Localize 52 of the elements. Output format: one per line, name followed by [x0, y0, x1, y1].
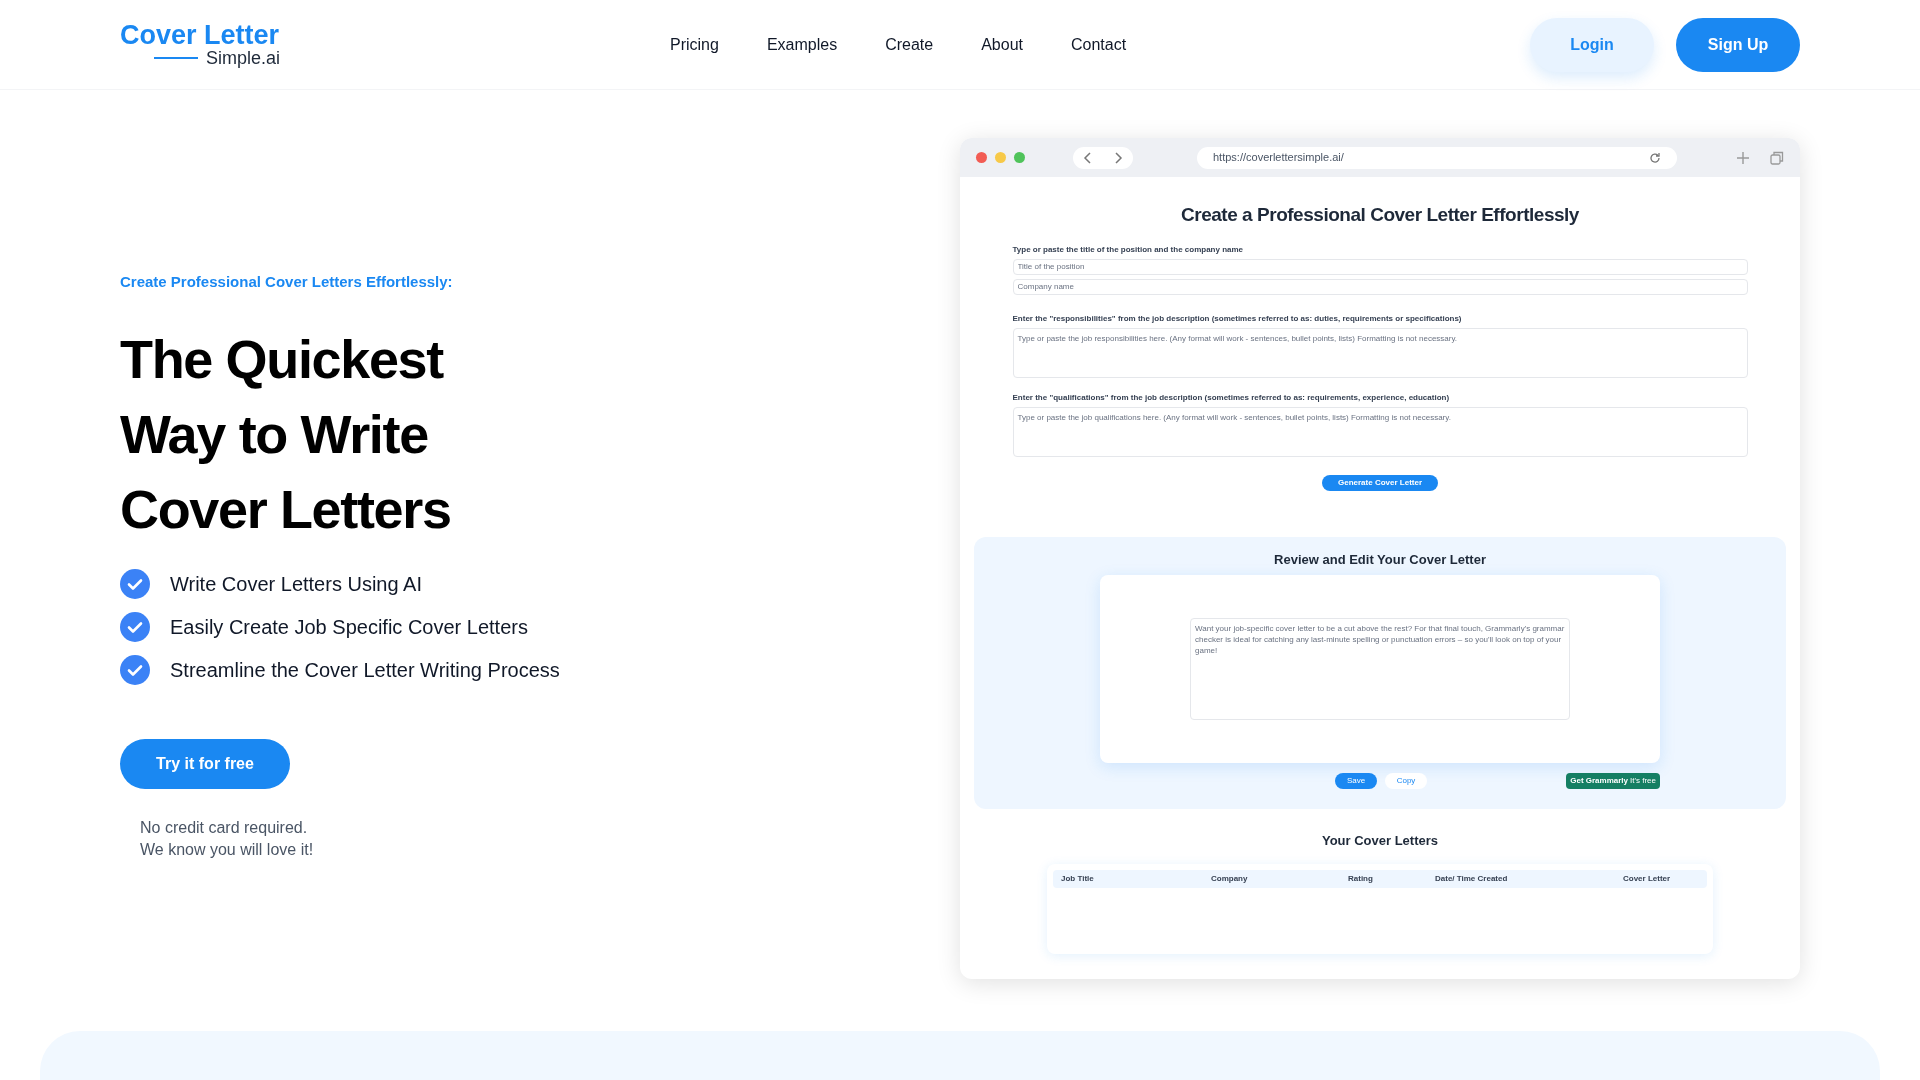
nav-link[interactable]: Examples: [766, 32, 838, 57]
review-title: Review and Edit Your Cover Letter: [1274, 550, 1486, 569]
nav-link[interactable]: Contact: [1071, 32, 1127, 57]
try-free-button[interactable]: Try it for free: [120, 738, 290, 789]
copy-button[interactable]: Copy: [1385, 773, 1427, 789]
tagline: Create Professional Cover Letters Effortlessly:: [120, 272, 454, 292]
letter-text-area[interactable]: [1190, 618, 1570, 720]
column-header: Rating: [1348, 873, 1374, 885]
note-text: No credit card required.: [140, 817, 309, 838]
feature-text: Streamline the Cover Letter Writing Process: [170, 657, 560, 683]
grammarly-button[interactable]: Get Grammarly It's free: [1566, 773, 1660, 789]
logo-line: [154, 57, 198, 59]
reload-icon[interactable]: [1649, 151, 1661, 164]
form-title: Create a Professional Cover Letter Effortlessly: [1181, 203, 1579, 227]
signup-button[interactable]: Sign Up: [1676, 17, 1800, 72]
field-label: Enter the "responsibilities" from the job description (sometimes referred to as: duties, requirements or specifications): [1012, 312, 1463, 325]
login-button[interactable]: Login: [1530, 17, 1654, 72]
hero-heading: Cover Letters: [120, 477, 452, 541]
letters-title: Your Cover Letters: [1321, 831, 1439, 850]
hero-heading: Way to Write: [120, 402, 429, 466]
note-text: We know you will love it!: [140, 839, 315, 860]
hero-heading: The Quickest: [120, 327, 445, 391]
input-field[interactable]: Title of the position: [1012, 258, 1748, 275]
check-icon: [120, 611, 150, 642]
logo-subtext: Simple.ai: [206, 49, 281, 67]
check-icon: [120, 568, 150, 599]
placeholder-text: Want your job-specific cover letter to be a cut above the rest? For that final touch, Grammarly's grammar checker is ideal for catching any last-minute spelling or punctuation errors – so you'll look on top of your game!: [1195, 623, 1565, 656]
back-icon[interactable]: [1083, 151, 1093, 164]
logo-text[interactable]: Cover Letter: [120, 22, 540, 49]
field-label: Type or paste the title of the position and the company name: [1012, 243, 1245, 256]
column-header: Cover Letter: [1623, 873, 1672, 885]
forward-icon[interactable]: [1113, 151, 1123, 164]
promo-label: Get Grammarly: [1570, 775, 1628, 787]
promo-suffix: It's free: [1630, 775, 1656, 787]
input-field[interactable]: Type or paste the job qualifications here. (Any format will work - sentences, bullet points, lists) Formatting is not necessary.: [1012, 406, 1748, 457]
save-button[interactable]: Save: [1335, 773, 1377, 789]
nav-link[interactable]: Pricing: [670, 32, 719, 57]
url-text: https://coverlettersimple.ai/: [1213, 150, 1345, 166]
nav-link[interactable]: About: [981, 32, 1023, 57]
generate-button[interactable]: Generate Cover Letter: [1322, 474, 1438, 491]
input-field[interactable]: Company name: [1012, 278, 1748, 295]
address-bar[interactable]: https://coverlettersimple.ai/: [1197, 146, 1677, 169]
feature-text: Write Cover Letters Using AI: [170, 571, 422, 597]
tabs-icon[interactable]: [1770, 150, 1784, 165]
field-label: Enter the "qualifications" from the job description (sometimes referred to as: requirements, experience, education): [1012, 391, 1451, 404]
feature-text: Easily Create Job Specific Cover Letters: [170, 614, 528, 640]
input-field[interactable]: Type or paste the job responsibilities here. (Any format will work - sentences, bullet points, lists) Formatting is not necessary.: [1012, 327, 1748, 378]
column-header: Date/ Time Created: [1435, 873, 1509, 885]
column-header: Job Title: [1061, 873, 1095, 885]
nav-link[interactable]: Create: [885, 32, 934, 57]
check-icon: [120, 654, 150, 685]
column-header: Company: [1211, 873, 1249, 885]
